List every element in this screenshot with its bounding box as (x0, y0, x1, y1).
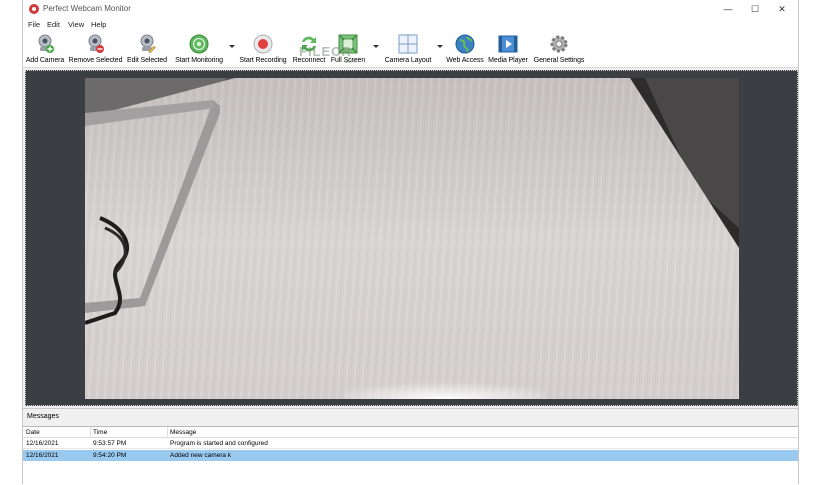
title-bar: Perfect Webcam Monitor — ☐ ✕ (23, 0, 798, 18)
general-settings-label: General Settings (533, 57, 585, 64)
edit-selected-label: Edit Selected (127, 57, 167, 64)
remove-camera-icon (88, 34, 104, 53)
menu-edit[interactable]: Edit (47, 20, 60, 29)
web-access-button[interactable]: Web Access (446, 33, 484, 67)
message-row[interactable]: 12/16/2021 9:53:57 PM Program is started… (23, 438, 798, 449)
message-text: Program is started and configured (170, 440, 268, 447)
camera-video-feed[interactable] (85, 78, 739, 399)
message-time: 9:53:57 PM (93, 440, 127, 447)
messages-title: Messages (27, 413, 59, 420)
message-date: 12/16/2021 (26, 440, 59, 447)
message-time: 9:54:20 PM (93, 452, 127, 459)
remove-selected-button[interactable]: Remove Selected (68, 33, 123, 67)
app-logo-icon (29, 4, 39, 14)
reconnect-label: Reconnect (292, 57, 326, 64)
start-recording-label: Start Recording (239, 57, 287, 64)
full-screen-icon (338, 34, 358, 54)
toolbar: Add Camera Remove Selected Edit Selected (23, 30, 798, 68)
messages-table[interactable]: Date Time Message 12/16/2021 9:53:57 PM … (23, 426, 798, 485)
camera-layout-button[interactable]: Camera Layout (383, 33, 433, 67)
full-screen-label: Full Screen (330, 57, 366, 64)
media-player-label: Media Player (488, 57, 528, 64)
camera-layout-icon (398, 34, 418, 54)
add-camera-button[interactable]: Add Camera (25, 33, 65, 67)
media-player-icon (498, 35, 518, 53)
reconnect-button[interactable]: Reconnect (291, 33, 327, 67)
gear-icon (550, 35, 568, 53)
column-divider[interactable] (167, 427, 168, 438)
message-date: 12/16/2021 (26, 452, 59, 459)
camera-layout-label: Camera Layout (384, 57, 432, 64)
add-camera-icon (38, 34, 54, 53)
full-screen-dropdown-arrow-icon[interactable] (373, 45, 379, 48)
media-player-button[interactable]: Media Player (487, 33, 529, 67)
add-camera-label: Add Camera (25, 57, 65, 64)
camera-view-area[interactable] (25, 70, 798, 406)
message-row-selected[interactable]: 12/16/2021 9:54:20 PM Added new camera k (23, 450, 798, 461)
reconnect-icon (302, 36, 316, 52)
monitoring-icon (189, 34, 209, 54)
globe-icon (455, 34, 475, 54)
edit-selected-button[interactable]: Edit Selected (126, 33, 168, 67)
menu-bar: File Edit View Help (23, 18, 798, 30)
app-window: Perfect Webcam Monitor — ☐ ✕ File Edit V… (22, 0, 799, 485)
column-header-date[interactable]: Date (26, 429, 40, 436)
menu-file[interactable]: File (28, 20, 40, 29)
start-monitoring-label: Start Monitoring (175, 57, 223, 64)
web-access-label: Web Access (446, 57, 484, 64)
menu-view[interactable]: View (68, 20, 84, 29)
column-header-time[interactable]: Time (93, 429, 107, 436)
edit-camera-icon (140, 34, 156, 53)
camera-scene-image (85, 78, 739, 399)
minimize-button[interactable]: — (716, 0, 740, 18)
column-header-message[interactable]: Message (170, 429, 196, 436)
message-text: Added new camera k (170, 452, 232, 459)
window-title: Perfect Webcam Monitor (43, 4, 131, 13)
maximize-button[interactable]: ☐ (743, 0, 767, 18)
layout-dropdown-arrow-icon[interactable] (437, 45, 443, 48)
general-settings-button[interactable]: General Settings (533, 33, 585, 67)
start-monitoring-button[interactable]: Start Monitoring (173, 33, 225, 67)
remove-selected-label: Remove Selected (68, 57, 123, 64)
column-divider[interactable] (90, 427, 91, 438)
record-icon (253, 34, 273, 54)
close-button[interactable]: ✕ (770, 0, 794, 18)
messages-panel: Messages Date Time Message 12/16/2021 9:… (23, 408, 798, 485)
menu-help[interactable]: Help (91, 20, 106, 29)
messages-table-header: Date Time Message (23, 427, 798, 438)
monitoring-dropdown-arrow-icon[interactable] (229, 45, 235, 48)
start-recording-button[interactable]: Start Recording (238, 33, 288, 67)
full-screen-button[interactable]: Full Screen (330, 33, 366, 67)
